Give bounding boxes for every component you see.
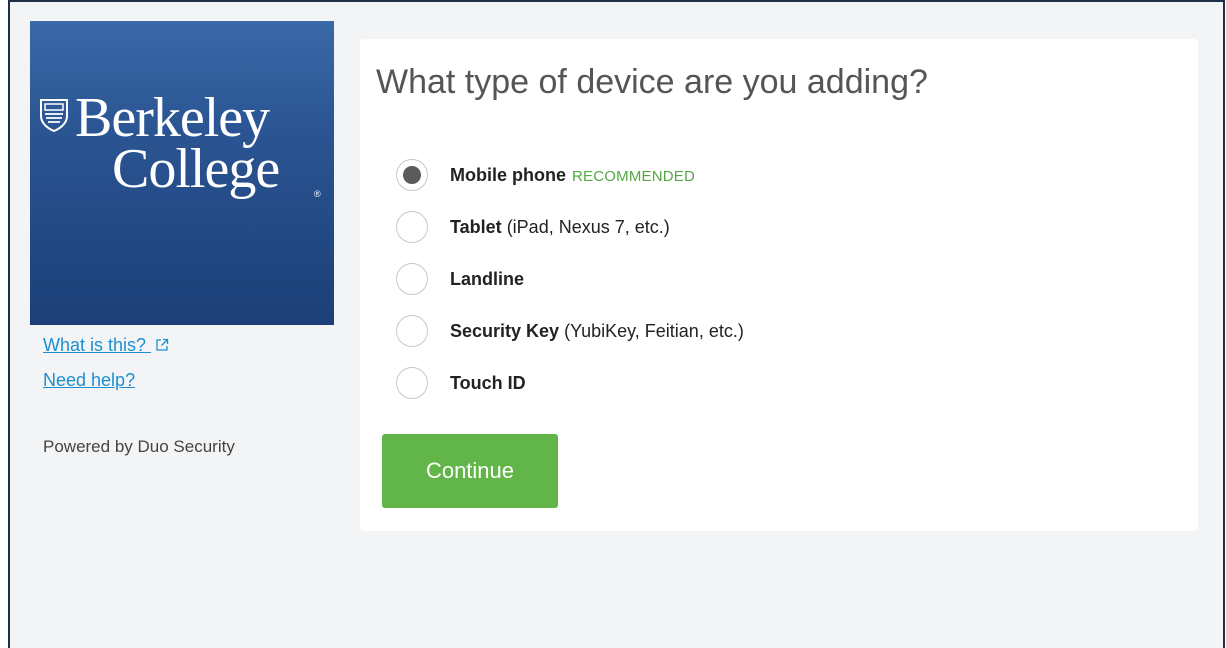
powered-by-text: Powered by Duo Security — [43, 437, 235, 456]
option-label: Security Key (YubiKey, Feitian, etc.) — [450, 321, 744, 342]
external-link-icon — [156, 338, 169, 351]
option-detail: (YubiKey, Feitian, etc.) — [564, 320, 744, 341]
option-label: Touch ID — [450, 373, 526, 394]
berkeley-college-logo: Berkeley College ® — [30, 21, 334, 325]
option-label: Tablet (iPad, Nexus 7, etc.) — [450, 217, 670, 238]
option-security-key[interactable]: Security Key (YubiKey, Feitian, etc.) — [396, 305, 744, 357]
option-detail: (iPad, Nexus 7, etc.) — [506, 216, 670, 237]
device-type-card: What type of device are you adding? Mobi… — [360, 39, 1198, 531]
page-frame: Berkeley College ® What is this? Need he… — [8, 0, 1225, 648]
college-shield-icon — [40, 99, 68, 132]
recommended-badge: RECOMMENDED — [572, 167, 696, 185]
need-help-link[interactable]: Need help? — [43, 370, 169, 391]
radio-touch-id[interactable] — [396, 367, 428, 399]
device-type-radio-group: Mobile phone RECOMMENDED Tablet (iPad, Ne… — [396, 149, 744, 409]
option-landline[interactable]: Landline — [396, 253, 744, 305]
option-tablet[interactable]: Tablet (iPad, Nexus 7, etc.) — [396, 201, 744, 253]
option-label: Mobile phone RECOMMENDED — [450, 165, 695, 186]
radio-selected-dot — [403, 166, 421, 184]
logo-word-college: College — [112, 138, 280, 200]
radio-mobile-phone[interactable] — [396, 159, 428, 191]
option-name: Touch ID — [450, 372, 526, 393]
help-links: What is this? Need help? — [43, 335, 169, 405]
what-is-this-link[interactable]: What is this? — [43, 335, 169, 356]
option-name: Landline — [450, 268, 525, 289]
option-touch-id[interactable]: Touch ID — [396, 357, 744, 409]
option-mobile-phone[interactable]: Mobile phone RECOMMENDED — [396, 149, 744, 201]
option-name: Security Key — [450, 320, 560, 341]
what-is-this-label: What is this? — [43, 335, 147, 355]
radio-tablet[interactable] — [396, 211, 428, 243]
option-name: Mobile phone — [450, 164, 566, 185]
option-label: Landline — [450, 269, 524, 290]
logo-registered-mark: ® — [314, 189, 321, 199]
radio-security-key[interactable] — [396, 315, 428, 347]
radio-landline[interactable] — [396, 263, 428, 295]
page-title: What type of device are you adding? — [376, 63, 928, 101]
continue-button[interactable]: Continue — [382, 434, 558, 508]
option-name: Tablet — [450, 216, 502, 237]
